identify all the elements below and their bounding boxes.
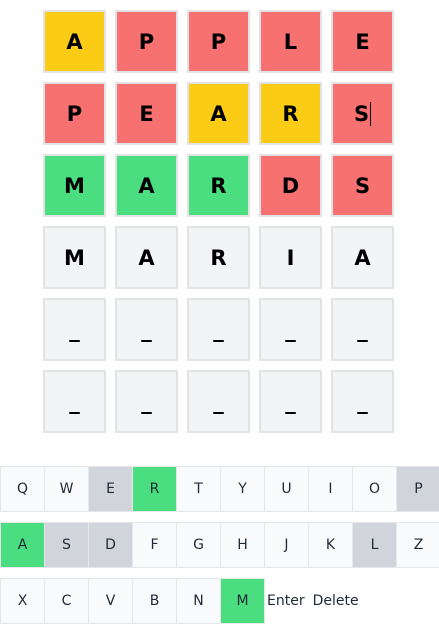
key-h[interactable]: H — [220, 522, 265, 568]
board-tile: _ — [259, 370, 322, 433]
board-tile: R — [187, 226, 250, 289]
tile-letter: _ — [141, 317, 152, 342]
board-tile: A — [115, 154, 178, 217]
board-tile: M — [43, 226, 106, 289]
guess-board: A P P L E P E A R S M A R D S M A R I A _ _ _ _ _ _ _ _ _ _ — [43, 10, 394, 433]
key-r[interactable]: R — [132, 466, 177, 512]
key-u[interactable]: U — [264, 466, 309, 512]
board-tile: M — [43, 154, 106, 217]
board-tile: _ — [331, 370, 394, 433]
tile-letter: M — [64, 173, 85, 198]
tile-letter: S — [354, 173, 371, 198]
tile-letter: R — [210, 173, 227, 198]
board-tile: A — [331, 226, 394, 289]
key-v[interactable]: V — [88, 578, 133, 624]
key-o[interactable]: O — [352, 466, 397, 512]
key-f[interactable]: F — [132, 522, 177, 568]
board-tile: E — [331, 10, 394, 73]
board-tile: R — [187, 154, 250, 217]
word-game: A P P L E P E A R S M A R D S M A R I A _ _ _ _ _ _ _ _ _ _ QWERTYUIO… — [0, 0, 439, 626]
key-g[interactable]: G — [176, 522, 221, 568]
board-tile: R — [259, 82, 322, 145]
tile-letter: E — [355, 29, 370, 54]
board-tile: S — [331, 154, 394, 217]
key-n[interactable]: N — [176, 578, 221, 624]
tile-letter: _ — [213, 317, 224, 342]
key-l[interactable]: L — [352, 522, 397, 568]
board-tile: A — [43, 10, 106, 73]
tile-letter: _ — [285, 317, 296, 342]
tile-letter: P — [210, 29, 227, 54]
tile-letter: _ — [141, 389, 152, 414]
board-tile: P — [43, 82, 106, 145]
board-tile: L — [259, 10, 322, 73]
key-y[interactable]: Y — [220, 466, 265, 512]
tile-letter: _ — [69, 317, 80, 342]
board-tile: P — [187, 10, 250, 73]
tile-letter: A — [210, 101, 227, 126]
board-tile: E — [115, 82, 178, 145]
board-tile: _ — [259, 298, 322, 361]
tile-letter: L — [283, 29, 298, 54]
key-z[interactable]: Z — [396, 522, 439, 568]
tile-letter: _ — [357, 389, 368, 414]
keyboard-row-3: X C V B N M Enter Delete — [0, 578, 364, 624]
tile-letter: E — [139, 101, 154, 126]
key-s[interactable]: S — [44, 522, 89, 568]
board-tile: _ — [331, 298, 394, 361]
keyboard-row-1: QWERTYUIOP — [0, 466, 439, 512]
tile-letter: A — [138, 173, 155, 198]
key-q[interactable]: Q — [0, 466, 45, 512]
tile-letter: A — [138, 245, 155, 270]
key-a[interactable]: A — [0, 522, 45, 568]
tile-letter: S — [353, 101, 370, 126]
key-j[interactable]: J — [264, 522, 309, 568]
key-x[interactable]: X — [0, 578, 45, 624]
tile-letter: D — [281, 173, 300, 198]
text-cursor — [370, 101, 372, 126]
tile-letter: _ — [285, 389, 296, 414]
key-m[interactable]: M — [220, 578, 265, 624]
board-tile: _ — [115, 370, 178, 433]
key-i[interactable]: I — [308, 466, 353, 512]
tile-letter: A — [66, 29, 83, 54]
board-tile: A — [187, 82, 250, 145]
tile-letter: P — [66, 101, 83, 126]
tile-letter: R — [282, 101, 299, 126]
board-tile: I — [259, 226, 322, 289]
enter-button[interactable]: Enter — [264, 578, 308, 624]
keyboard-row-2: ASDFGHJKLZ — [0, 522, 439, 568]
board-tile: S — [331, 82, 394, 145]
key-t[interactable]: T — [176, 466, 221, 512]
tile-letter: M — [64, 245, 85, 270]
delete-button[interactable]: Delete — [310, 578, 362, 624]
key-c[interactable]: C — [44, 578, 89, 624]
key-e[interactable]: E — [88, 466, 133, 512]
board-tile: _ — [43, 370, 106, 433]
board-tile: _ — [115, 298, 178, 361]
tile-letter: _ — [213, 389, 224, 414]
board-tile: A — [115, 226, 178, 289]
key-d[interactable]: D — [88, 522, 133, 568]
tile-letter: R — [210, 245, 227, 270]
board-tile: _ — [43, 298, 106, 361]
board-tile: D — [259, 154, 322, 217]
tile-letter: A — [354, 245, 371, 270]
tile-letter: P — [138, 29, 155, 54]
tile-letter: I — [286, 245, 295, 270]
board-tile: P — [115, 10, 178, 73]
key-w[interactable]: W — [44, 466, 89, 512]
key-k[interactable]: K — [308, 522, 353, 568]
board-tile: _ — [187, 298, 250, 361]
board-tile: _ — [187, 370, 250, 433]
key-p[interactable]: P — [396, 466, 439, 512]
tile-letter: _ — [357, 317, 368, 342]
tile-letter: _ — [69, 389, 80, 414]
key-b[interactable]: B — [132, 578, 177, 624]
